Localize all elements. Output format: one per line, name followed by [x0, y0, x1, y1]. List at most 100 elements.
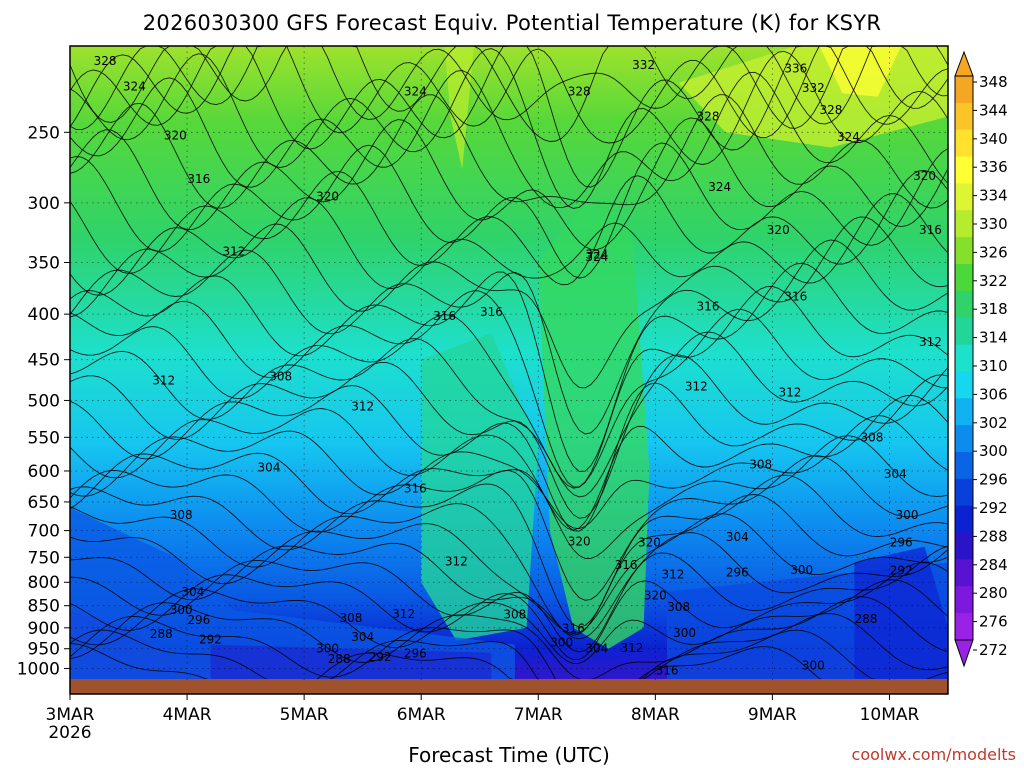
- y-tick-label: 850: [28, 597, 60, 617]
- contour-label: 316: [697, 299, 720, 313]
- colorbar-tick-label: 296: [979, 471, 1008, 489]
- colorbar-tick-label: 326: [979, 243, 1008, 261]
- contour-label: 328: [697, 110, 720, 124]
- colorbar-swatch: [955, 586, 973, 614]
- x-tick-label: 6MAR: [397, 705, 446, 725]
- contour-label: 296: [726, 565, 749, 579]
- colorbar-swatch: [955, 559, 973, 587]
- contour-label: 308: [170, 508, 193, 522]
- contour-label: 304: [181, 585, 204, 599]
- contour-label: 300: [896, 508, 919, 522]
- colorbar-tick-label: 272: [979, 641, 1008, 659]
- colorbar-tick-label: 280: [979, 584, 1008, 602]
- colorbar-tick-label: 344: [979, 101, 1008, 119]
- contour-label: 300: [673, 626, 696, 640]
- contour-label: 316: [919, 223, 942, 237]
- colorbar-swatch: [955, 398, 973, 426]
- x-tick-label: 4MAR: [163, 705, 212, 725]
- contour-label: 324: [708, 180, 731, 194]
- colorbar-tick-label: 302: [979, 414, 1008, 432]
- colorbar-tick-label: 322: [979, 272, 1008, 290]
- contour-label: 328: [94, 54, 117, 68]
- contour-label: 320: [164, 128, 187, 142]
- y-tick-label: 300: [28, 194, 60, 214]
- contour-label: 324: [585, 248, 608, 262]
- contour-label: 316: [615, 558, 638, 572]
- contour-label: 328: [568, 85, 591, 99]
- contour-label: 316: [187, 172, 210, 186]
- y-tick-label: 250: [28, 123, 60, 143]
- y-axis: 2503003504004505005506006507007508008509…: [17, 123, 70, 680]
- x-tick-label: 8MAR: [631, 705, 680, 725]
- contour-label: 308: [269, 370, 292, 384]
- contour-label: 300: [790, 563, 813, 577]
- contour-label: 312: [445, 554, 468, 568]
- contour-label: 312: [620, 641, 643, 655]
- credit-link[interactable]: coolwx.com/modelts: [852, 745, 1016, 764]
- x-axis-label: Forecast Time (UTC): [408, 743, 610, 767]
- contour-label: 320: [767, 223, 790, 237]
- colorbar-tick-label: 276: [979, 613, 1008, 631]
- contour-label: 304: [258, 461, 281, 475]
- contour-label: 312: [392, 607, 415, 621]
- contour-label: 308: [667, 600, 690, 614]
- contour-label: 336: [784, 62, 807, 76]
- contour-label: 320: [638, 536, 661, 550]
- y-tick-label: 950: [28, 640, 60, 660]
- colorbar-swatch: [955, 344, 973, 372]
- contour-label: 288: [855, 612, 878, 626]
- contour-label: 304: [585, 642, 608, 656]
- colorbar-swatch: [955, 371, 973, 399]
- contour-label: 324: [123, 79, 146, 93]
- colorbar-tick-label: 340: [979, 130, 1008, 148]
- contour-label: 316: [404, 482, 427, 496]
- contour-label: 320: [316, 189, 339, 203]
- contour-label: 312: [919, 335, 942, 349]
- colorbar-swatch: [955, 210, 973, 238]
- colorbar-top-arrow: [954, 50, 974, 77]
- chart-figure: 2026030300 GFS Forecast Equiv. Potential…: [17, 11, 1016, 767]
- contour-label: 316: [480, 305, 503, 319]
- colorbar-swatch: [955, 613, 973, 641]
- contour-label: 300: [802, 658, 825, 672]
- contour-label: 332: [802, 81, 825, 95]
- contour-label: 332: [632, 58, 655, 72]
- y-tick-label: 400: [28, 305, 60, 325]
- y-tick-label: 500: [28, 391, 60, 411]
- x-tick-label: 5MAR: [280, 705, 329, 725]
- y-tick-label: 800: [28, 573, 60, 593]
- contour-label: 296: [890, 536, 913, 550]
- y-tick-label: 750: [28, 548, 60, 568]
- contour-label: 320: [913, 169, 936, 183]
- colorbar-swatch: [955, 317, 973, 346]
- colorbar-tick-label: 306: [979, 385, 1008, 403]
- contour-label: 312: [661, 567, 684, 581]
- y-tick-label: 650: [28, 493, 60, 513]
- colorbar-swatch: [955, 237, 973, 265]
- colorbar-swatch: [955, 452, 973, 480]
- colorbar-swatch: [955, 102, 973, 131]
- contour-label: 296: [404, 647, 427, 661]
- contour-label: 292: [199, 633, 222, 647]
- colorbar: 348 344 340 336 334 330 326 322 318 314 310 306 302 3…: [954, 50, 1008, 668]
- colorbar-swatch: [955, 505, 973, 534]
- colorbar-swatch: [955, 478, 973, 507]
- contour-label: 308: [503, 608, 526, 622]
- ground-strip: [70, 679, 948, 694]
- colorbar-tick-label: 284: [979, 556, 1008, 574]
- y-tick-label: 350: [28, 253, 60, 273]
- colorbar-swatch: [955, 290, 973, 319]
- contour-label: 312: [222, 244, 245, 258]
- colorbar-tick-label: 314: [979, 329, 1008, 347]
- contour-label: 316: [433, 309, 456, 323]
- contour-label: 312: [152, 374, 175, 388]
- colorbar-tick-label: 292: [979, 499, 1008, 517]
- colorbar-tick-label: 300: [979, 442, 1008, 460]
- y-tick-label: 900: [28, 619, 60, 639]
- contour-label: 312: [685, 379, 708, 393]
- contour-label: 312: [779, 386, 802, 400]
- contour-label: 292: [369, 650, 392, 664]
- colorbar-swatch: [955, 156, 973, 184]
- contour-label: 328: [819, 103, 842, 117]
- contour-label: 320: [568, 534, 591, 548]
